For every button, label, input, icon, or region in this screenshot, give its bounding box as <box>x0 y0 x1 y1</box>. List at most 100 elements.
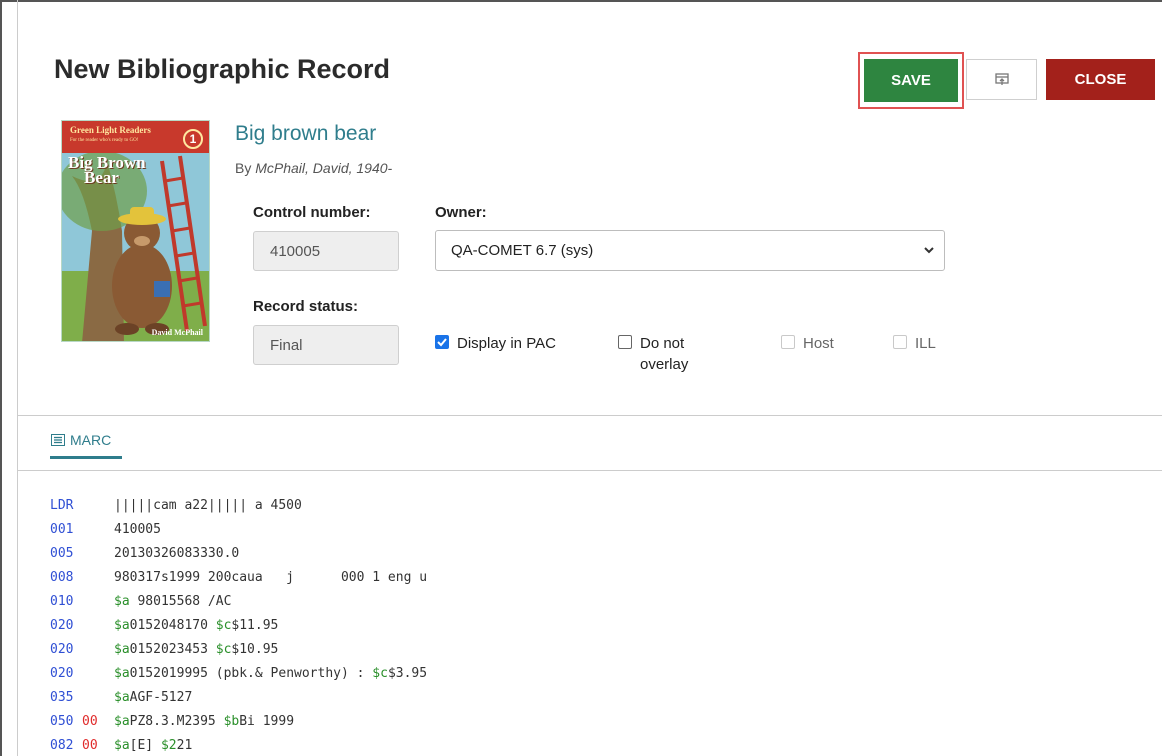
marc-editor[interactable]: LDR |||||cam a22||||| a 4500 001 410005 005 2… <box>50 498 427 756</box>
marc-subfield-data: 0152019995 (pbk.& Penworthy) : <box>129 666 373 681</box>
marc-field-row[interactable]: 010 $a 98015568 /AC <box>50 594 427 618</box>
marc-value: 410005 <box>114 522 161 537</box>
marc-indicators <box>82 546 114 570</box>
owner-select[interactable]: QA-COMET 6.7 (sys) <box>435 230 945 271</box>
marc-field-row[interactable]: 050 00 $aPZ8.3.M2395 $bBi 1999 <box>50 714 427 738</box>
checkbox-disabled-icon[interactable] <box>781 335 795 349</box>
marc-value: $a[E] $221 <box>114 738 192 756</box>
marc-field-row[interactable]: 020 $a0152019995 (pbk.& Penworthy) : $c$3… <box>50 666 427 690</box>
marc-value: 20130326083330.0 <box>114 546 240 561</box>
marc-value: |||||cam a22||||| a 4500 <box>114 498 302 513</box>
tab-marc[interactable]: MARC <box>51 432 111 448</box>
marc-tag: 010 <box>50 594 74 609</box>
marc-indicators <box>82 594 114 618</box>
control-number-field: 410005 <box>253 231 399 271</box>
marc-subfield-code: $a <box>114 666 130 681</box>
marc-subfield-code: $a <box>114 618 130 633</box>
marc-field-row[interactable]: 020 $a0152048170 $c$11.95 <box>50 618 427 642</box>
tab-active-indicator <box>50 456 122 459</box>
marc-subfield-code: $a <box>114 738 130 753</box>
marc-field-row[interactable]: 001 410005 <box>50 522 427 546</box>
save-button[interactable]: SAVE <box>864 59 958 102</box>
marc-tag: 035 <box>50 690 74 705</box>
cover-series: Green Light Readers <box>70 125 151 135</box>
marc-value: $a0152023453 $c$10.95 <box>114 642 278 666</box>
marc-subfield-data: $3.95 <box>387 666 428 681</box>
marc-subfield-data: $11.95 <box>231 618 279 633</box>
marc-value: $aPZ8.3.M2395 $bBi 1999 <box>114 714 294 738</box>
marc-indicators: 00 <box>82 714 98 729</box>
marc-value: $a 98015568 /AC <box>114 594 231 618</box>
marc-field-row[interactable]: 035 $aAGF-5127 <box>50 690 427 714</box>
marc-indicators: 00 <box>82 738 98 753</box>
marc-tag: 050 <box>50 714 74 729</box>
marc-subfield-code: $c <box>215 618 232 633</box>
book-cover-image: Green Light Readers For the reader who's… <box>61 120 210 342</box>
left-rule <box>17 0 18 756</box>
marc-indicators <box>82 642 114 666</box>
marc-tag: LDR <box>50 498 74 513</box>
marc-indicators <box>82 666 114 690</box>
do-not-overlay-label: Do not overlay <box>640 333 688 375</box>
ill-checkbox[interactable]: ILL <box>893 333 936 354</box>
marc-field-row[interactable]: 005 20130326083330.0 <box>50 546 427 570</box>
marc-subfield-code: $a <box>114 642 130 657</box>
display-in-pac-checkbox[interactable]: Display in PAC <box>435 333 556 354</box>
do-not-overlay-checkbox[interactable]: Do not overlay <box>618 333 688 375</box>
marc-value: 980317s1999 200caua j 000 1 eng u <box>114 570 428 585</box>
marc-indicators <box>82 618 114 642</box>
marc-subfield-data: $10.95 <box>231 642 279 657</box>
marc-subfield-data: Bi 1999 <box>239 714 295 729</box>
marc-field-row[interactable]: 020 $a0152023453 $c$10.95 <box>50 642 427 666</box>
marc-field-row[interactable]: LDR |||||cam a22||||| a 4500 <box>50 498 427 522</box>
marc-tag: 005 <box>50 546 74 561</box>
close-button[interactable]: CLOSE <box>1046 59 1155 100</box>
marc-subfield-code: $a <box>114 714 130 729</box>
marc-subfield-code: $c <box>215 642 232 657</box>
marc-value: $aAGF-5127 <box>114 690 192 714</box>
marc-subfield-code: $a <box>114 690 130 705</box>
export-icon <box>994 73 1009 85</box>
control-number-label: Control number: <box>253 204 371 221</box>
record-byline: By McPhail, David, 1940- <box>235 160 392 176</box>
marc-subfield-data: 0152048170 <box>129 618 216 633</box>
ill-label: ILL <box>915 335 936 352</box>
byline-author: McPhail, David, 1940- <box>255 160 393 176</box>
host-label: Host <box>803 335 834 352</box>
marc-tag: 001 <box>50 522 74 537</box>
marc-indicators <box>82 522 114 546</box>
tab-divider <box>18 470 1162 471</box>
marc-subfield-data: [E] <box>129 738 161 753</box>
byline-prefix: By <box>235 160 252 176</box>
checkbox-empty-icon[interactable] <box>618 335 632 349</box>
host-checkbox[interactable]: Host <box>781 333 834 354</box>
marc-tag: 008 <box>50 570 74 585</box>
checkbox-disabled-icon[interactable] <box>893 335 907 349</box>
do-not-overlay-line2: overlay <box>640 356 689 373</box>
display-in-pac-label: Display in PAC <box>457 335 556 352</box>
do-not-overlay-line1: Do not <box>640 335 685 352</box>
export-button[interactable] <box>966 59 1037 100</box>
cover-level-badge: 1 <box>183 129 203 149</box>
marc-indicators <box>82 498 114 522</box>
marc-subfield-data: 21 <box>176 738 193 753</box>
marc-subfield-code: $c <box>372 666 388 681</box>
cover-author: David McPhail <box>151 328 203 337</box>
record-title: Big brown bear <box>235 122 377 145</box>
record-status-field: Final <box>253 325 399 365</box>
marc-subfield-code: $2 <box>160 738 177 753</box>
marc-tag: 020 <box>50 618 74 633</box>
marc-field-row[interactable]: 082 00 $a[E] $221 <box>50 738 427 756</box>
save-button-highlight: SAVE <box>858 52 964 109</box>
owner-label: Owner: <box>435 204 487 221</box>
cover-title-line2: Bear <box>84 168 119 187</box>
marc-subfield-data: AGF-5127 <box>129 690 193 705</box>
checkbox-checked-icon[interactable] <box>435 335 449 349</box>
owner-select-value: QA-COMET 6.7 (sys) <box>451 242 594 259</box>
marc-subfield-data: 0152023453 <box>129 642 216 657</box>
marc-subfield-data: 98015568 /AC <box>129 594 232 609</box>
record-status-label: Record status: <box>253 298 359 315</box>
marc-indicators <box>82 690 114 714</box>
marc-field-row[interactable]: 008 980317s1999 200caua j 000 1 eng u <box>50 570 427 594</box>
chevron-down-icon <box>924 247 934 254</box>
